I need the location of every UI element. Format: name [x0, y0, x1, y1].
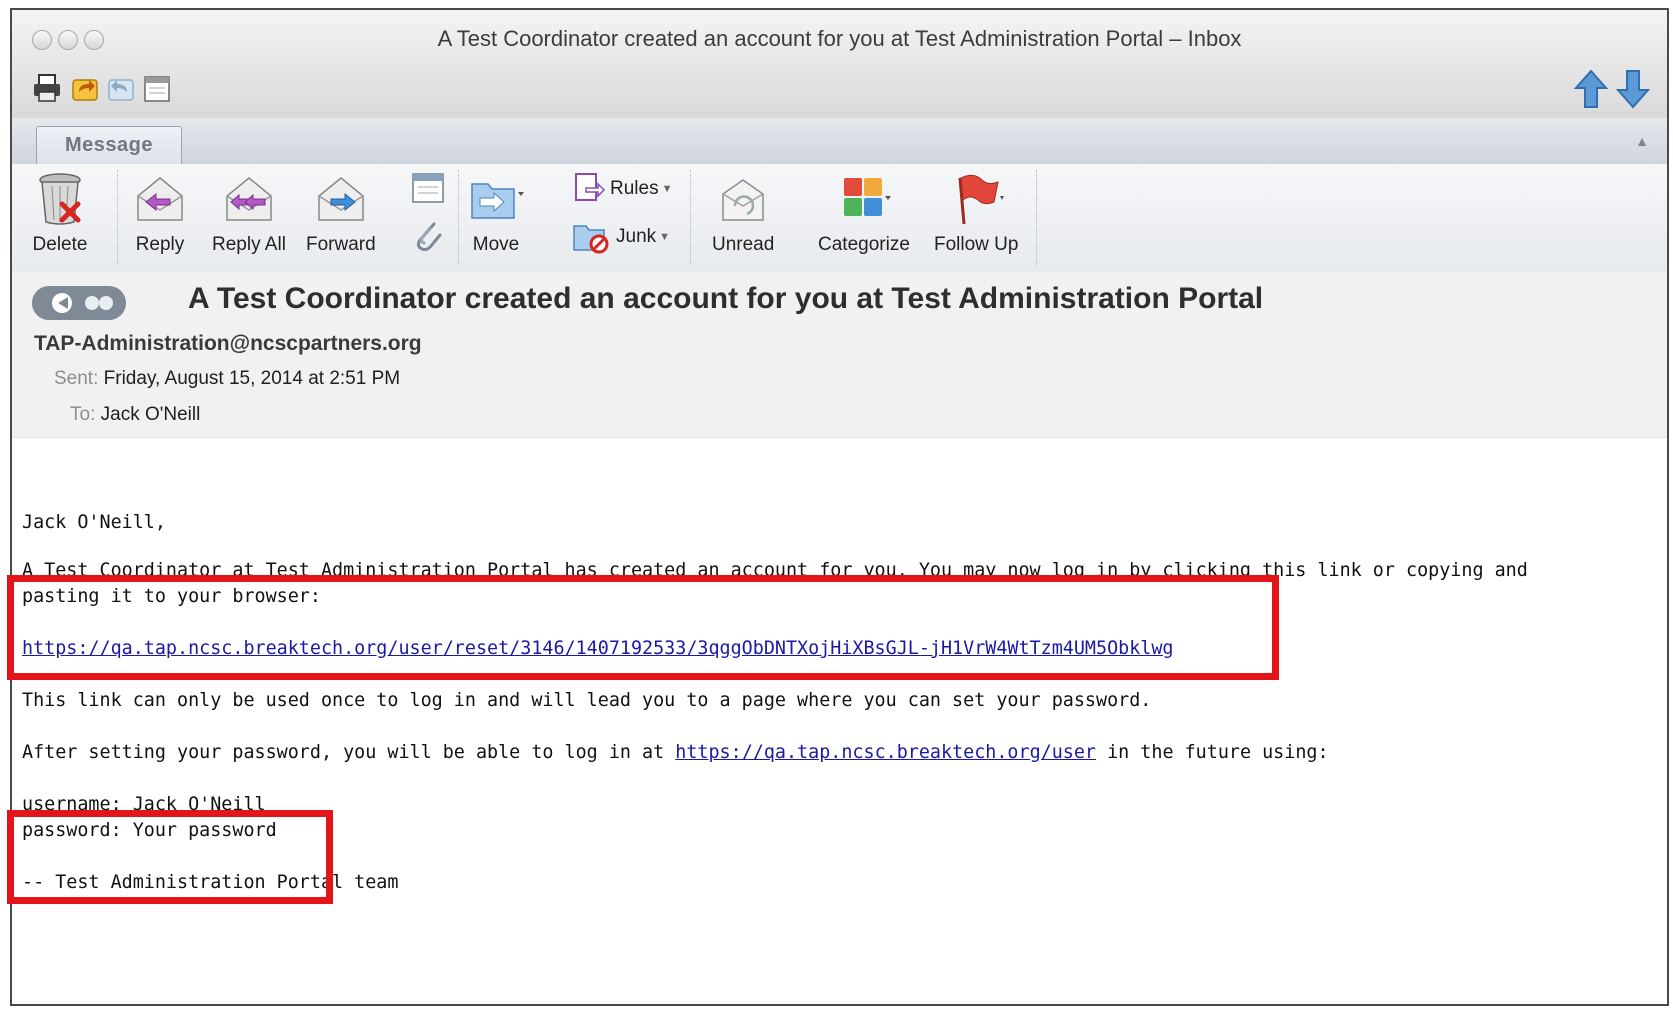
previous-message-arrow-icon[interactable] [1573, 68, 1609, 110]
message-body: Jack O'Neill, A Test Coordinator at Test… [12, 438, 1667, 1004]
follow-up-button[interactable]: Follow Up [934, 170, 1018, 256]
move-folder-icon [471, 183, 524, 219]
undo-icon[interactable] [70, 72, 100, 104]
username-line: username: Jack O'Neill [22, 794, 266, 815]
collapse-ribbon-caret-icon[interactable]: ▲ [1631, 130, 1653, 152]
categorize-button[interactable]: Categorize [818, 170, 910, 256]
message-subject: A Test Coordinator created an account fo… [188, 282, 1264, 315]
body-line-4: After setting your password, you will be… [22, 742, 1329, 763]
reply-all-icon [226, 177, 272, 221]
reply-all-button[interactable]: Reply All [212, 170, 286, 256]
forward-button[interactable]: Forward [306, 170, 376, 256]
move-label: Move [472, 234, 520, 255]
ribbon-separator [1036, 170, 1037, 266]
body-line-2: pasting it to your browser: [22, 586, 321, 607]
title-bar: A Test Coordinator created an account fo… [12, 10, 1667, 119]
calendar-icon[interactable] [142, 72, 172, 104]
reply-icon [137, 177, 183, 221]
ribbon-tab-strip: Message ▲ [12, 118, 1667, 165]
junk-icon [573, 225, 609, 254]
to-row: To: Jack O'Neill [70, 404, 200, 426]
delete-button[interactable]: Delete [32, 170, 88, 256]
line4-suffix: in the future using: [1107, 742, 1329, 763]
reply-button[interactable]: Reply [132, 170, 188, 256]
reply-all-label: Reply All [212, 234, 286, 255]
ribbon-separator [458, 170, 459, 266]
rules-icon [575, 173, 606, 201]
message-header: A Test Coordinator created an account fo… [12, 272, 1667, 438]
body-line-3: This link can only be used once to log i… [22, 690, 1152, 711]
attachment-icon[interactable] [410, 218, 446, 254]
signature-line: -- Test Administration Portal team [22, 872, 399, 893]
mark-unread-icon [722, 179, 764, 221]
rules-button[interactable]: Rules ▼ [572, 172, 672, 206]
body-line-1: A Test Coordinator at Test Administratio… [22, 560, 1528, 581]
tab-message[interactable]: Message [36, 126, 182, 165]
flag-icon [958, 174, 1005, 225]
ribbon-separator [117, 170, 118, 266]
follow-up-label: Follow Up [934, 234, 1019, 255]
message-nav-arrows-icon[interactable] [32, 286, 126, 320]
password-reset-link[interactable]: https://qa.tap.ncsc.breaktech.org/user/r… [22, 638, 1174, 659]
meeting-icon[interactable] [410, 170, 446, 206]
sent-value: Friday, August 15, 2014 at 2:51 PM [103, 368, 401, 389]
next-message-arrow-icon[interactable] [1615, 68, 1651, 110]
rules-dropdown-caret-icon: ▼ [661, 183, 673, 195]
to-label: To: [70, 404, 96, 425]
window-title: A Test Coordinator created an account fo… [437, 26, 1242, 51]
move-button[interactable]: Move [468, 170, 524, 256]
password-line: password: Your password [22, 820, 277, 841]
redo-icon[interactable] [106, 72, 136, 104]
to-value[interactable]: Jack O'Neill [101, 404, 201, 425]
categorize-label: Categorize [818, 234, 910, 255]
delete-label: Delete [32, 234, 88, 255]
junk-label: Junk [616, 226, 657, 247]
sent-label: Sent: [54, 368, 99, 389]
junk-dropdown-caret-icon: ▼ [659, 231, 671, 243]
unread-button[interactable]: Unread [712, 170, 774, 256]
trash-icon [39, 173, 81, 225]
mail-window: A Test Coordinator created an account fo… [10, 8, 1669, 1006]
junk-button[interactable]: Junk ▼ [572, 220, 670, 254]
message-ribbon: Delete Reply Reply All Forward Move Rule… [12, 164, 1667, 273]
unread-label: Unread [712, 234, 775, 255]
categorize-icon [843, 178, 891, 216]
login-page-link[interactable]: https://qa.tap.ncsc.breaktech.org/user [675, 742, 1096, 763]
sender-address[interactable]: TAP-Administration@ncscpartners.org [34, 332, 422, 356]
ribbon-separator [690, 170, 691, 266]
reply-label: Reply [135, 234, 185, 255]
sent-row: Sent: Friday, August 15, 2014 at 2:51 PM [54, 368, 400, 390]
forward-icon [318, 177, 364, 221]
print-icon[interactable] [32, 72, 62, 104]
rules-label: Rules [610, 178, 659, 199]
line4-prefix: After setting your password, you will be… [22, 742, 665, 763]
greeting-line: Jack O'Neill, [22, 512, 166, 533]
forward-label: Forward [306, 234, 376, 255]
